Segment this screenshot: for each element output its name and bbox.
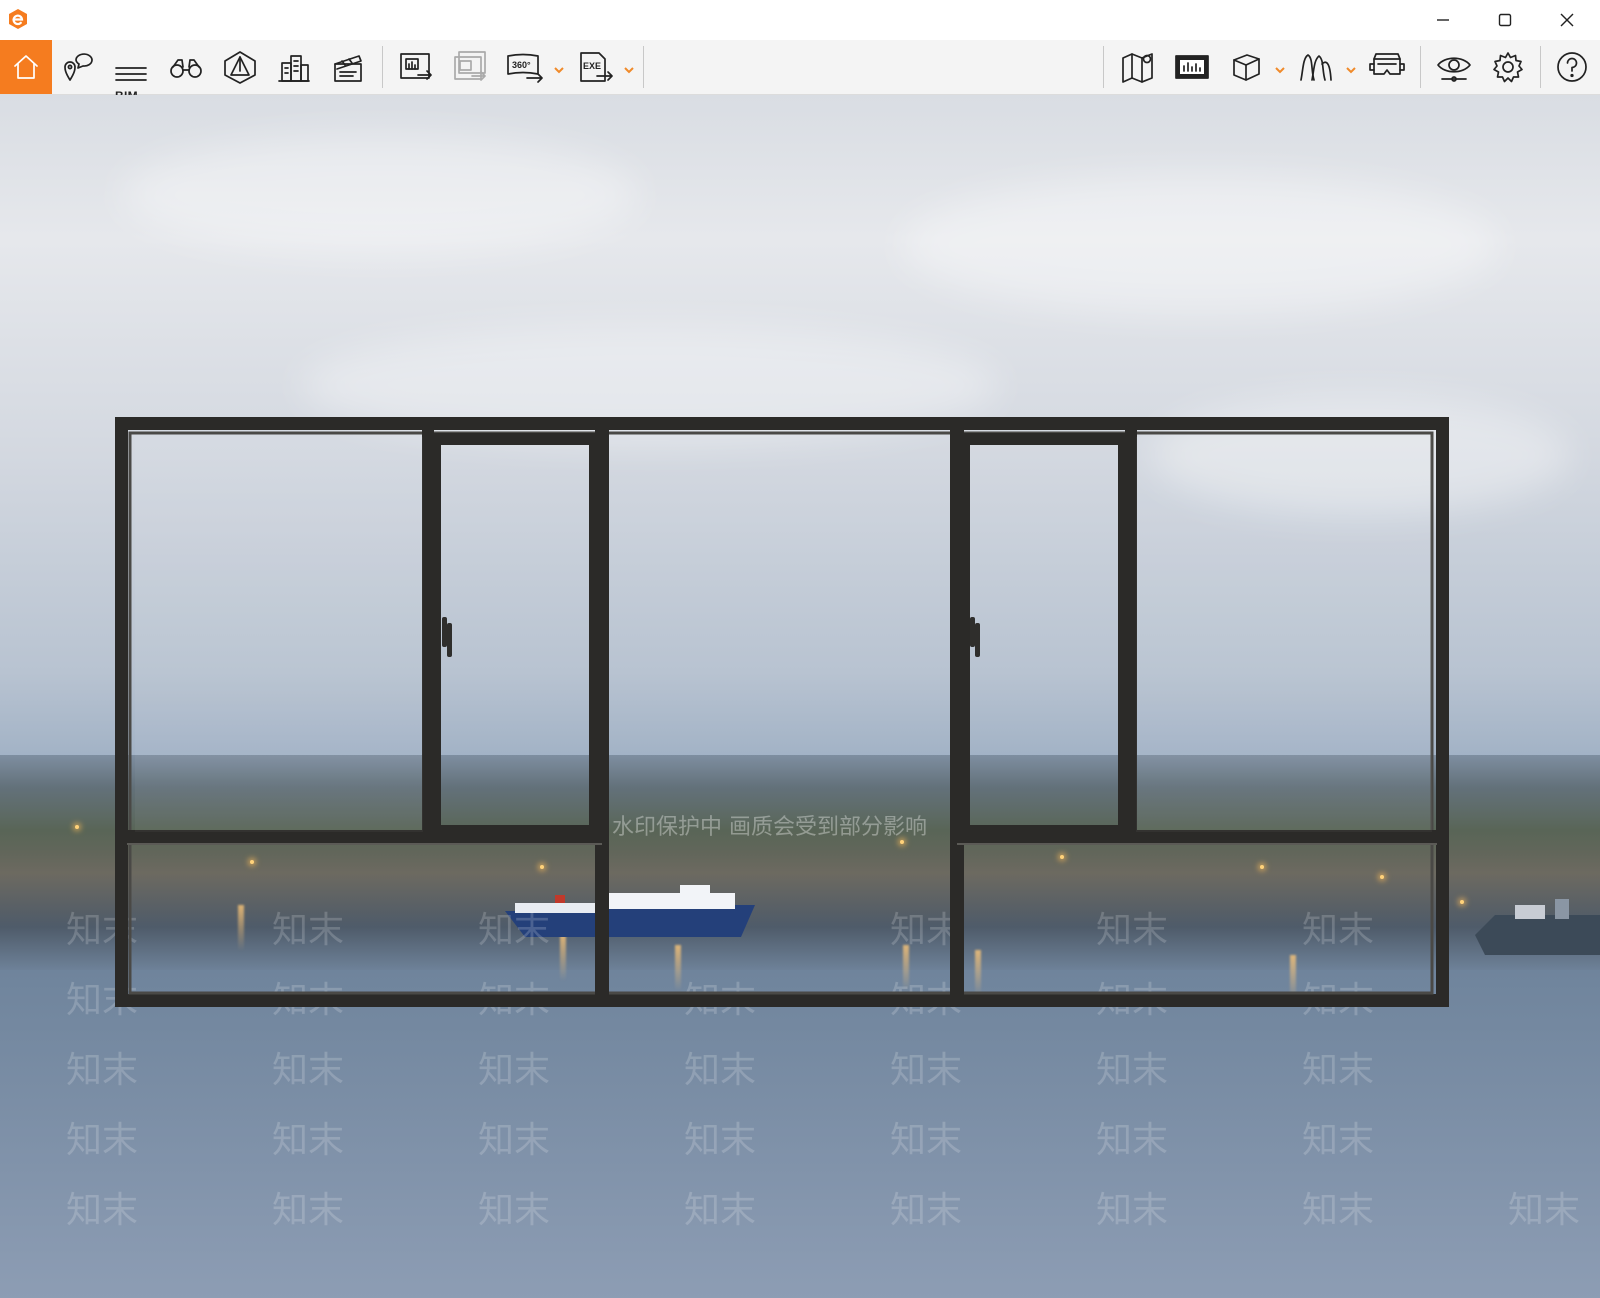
export-exe-icon: EXE [580,52,613,82]
view-button[interactable] [1434,40,1474,94]
bim-button[interactable] [110,40,152,94]
help-icon [1557,52,1587,82]
vr-headset-icon [1369,53,1405,75]
watermark: 知末 [478,1190,551,1231]
watermark: 知末 [478,1050,551,1091]
help-button[interactable] [1552,40,1592,94]
animation-button[interactable] [328,40,368,94]
watermark: 知末 [890,1120,963,1161]
watermark: 知末 [890,1050,963,1091]
toolbar-divider [1103,46,1104,88]
material-icon [1300,54,1332,81]
watermark: 知末 [1302,1050,1375,1091]
location-chat-button[interactable] [58,40,98,94]
cube-icon [1233,54,1260,81]
gear-icon [1493,52,1523,83]
title-bar [0,0,1600,40]
export-360-button[interactable]: 360° [504,40,546,94]
bim-icon [115,67,147,81]
city-light [75,825,79,829]
cloud [900,175,1500,315]
toolbar-divider [1540,46,1541,88]
batch-export-icon [454,51,486,81]
map-button[interactable] [1118,40,1158,94]
watermark: 知末 [1508,1190,1581,1231]
toolbar-divider [382,46,383,88]
watermark: 知末 [272,1190,345,1231]
batch-export-button[interactable] [450,40,490,94]
watermark: 知末 [478,1120,551,1161]
export-360-dropdown-icon[interactable] [553,62,565,74]
close-icon [1560,13,1574,27]
material-button[interactable] [1296,40,1336,94]
toolbar-divider [1420,46,1421,88]
watermark: 知末 [66,1050,139,1091]
scene-structure-button[interactable] [220,40,260,94]
watermark: 知末 [890,1190,963,1231]
panel-button[interactable] [1172,40,1212,94]
export-360-label: 360° [512,60,531,70]
settings-button[interactable] [1488,40,1528,94]
buildings-button[interactable] [274,40,314,94]
minimize-button[interactable] [1412,0,1474,40]
home-button[interactable] [0,40,52,94]
watermark: 知末 [66,1120,139,1161]
close-button[interactable] [1536,0,1598,40]
material-dropdown-icon[interactable] [1345,62,1357,74]
buildings-icon [278,55,310,82]
maximize-icon [1498,13,1512,27]
cube-dropdown-icon[interactable] [1274,62,1286,74]
render-viewport[interactable]: 知末 知末 知末 知末 知末 知末 知末 知末 知末 知末 知末 知末 知末 知… [0,95,1600,1298]
export-image-icon [400,53,432,80]
toolbar-divider [643,46,644,88]
export-exe-button[interactable]: EXE [576,40,616,94]
map-icon [1122,53,1153,83]
app-e-logo-icon [6,7,30,31]
export-exe-dropdown-icon[interactable] [623,62,635,74]
window-frame-model[interactable] [115,417,1449,1007]
watermark: 知末 [272,1050,345,1091]
export-image-button[interactable] [396,40,436,94]
clapperboard-icon [334,55,362,82]
dashboard-icon [1175,55,1209,79]
export-360-icon: 360° [507,53,543,83]
eye-icon [1437,57,1471,82]
watermark: 知末 [1302,1190,1375,1231]
watermark: 知末 [1096,1120,1169,1161]
minimize-icon [1437,19,1449,21]
tetrahedron-icon [224,51,256,84]
watermark-notice: 水印保护中 画质会受到部分影响 [612,815,927,840]
watermark: 知末 [1096,1190,1169,1231]
vr-button[interactable] [1366,40,1408,94]
maximize-button[interactable] [1474,0,1536,40]
watermark: 知末 [684,1190,757,1231]
export-exe-label: EXE [583,61,601,71]
cloud [120,135,640,255]
home-icon [14,55,38,79]
dock-structure [1475,899,1600,955]
city-light [1460,900,1464,904]
watermark: 知末 [1302,1120,1375,1161]
location-chat-icon [64,53,93,81]
watermark: 知末 [684,1050,757,1091]
watermark: 知末 [1096,1050,1169,1091]
watermark: 知末 [66,1190,139,1231]
watermark: 知末 [272,1120,345,1161]
main-toolbar: BIM 360° [0,40,1600,130]
watermark: 知末 [684,1120,757,1161]
binoculars-icon [170,59,202,78]
cube-button[interactable] [1226,40,1266,94]
binoculars-button[interactable] [166,40,206,94]
